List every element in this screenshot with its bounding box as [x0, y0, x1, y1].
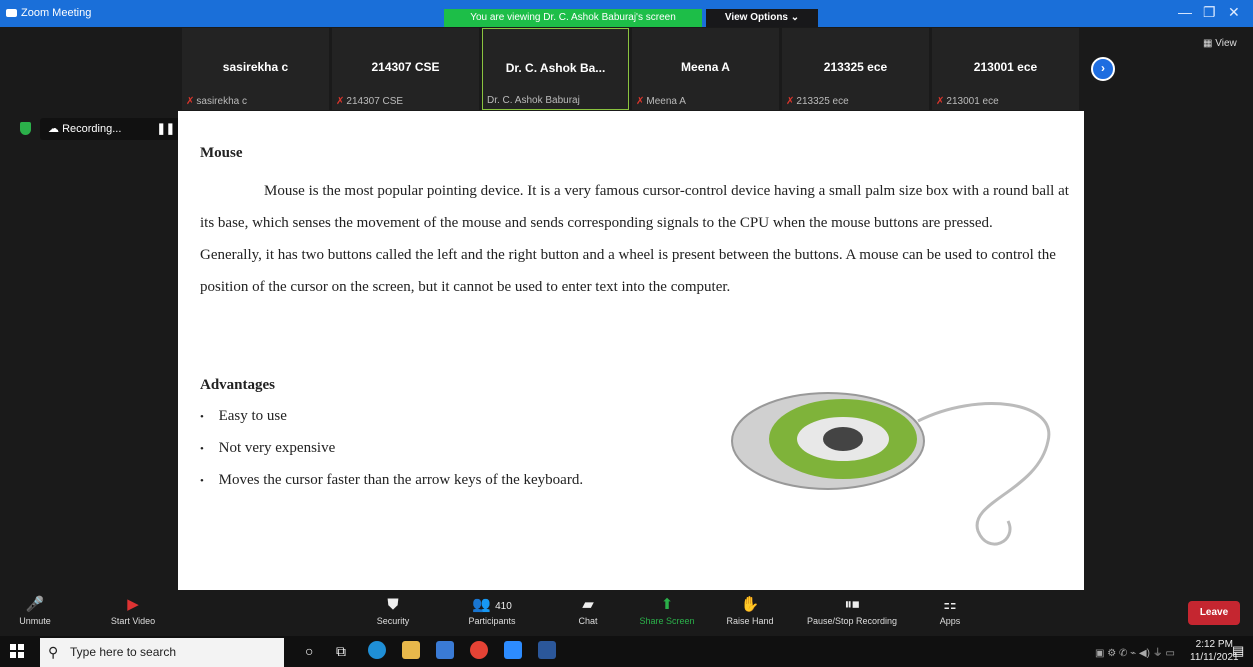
zoom-icon: [6, 9, 17, 17]
participant-name: 214307 CSE: [371, 60, 440, 74]
share-screen-icon: ⬆: [660, 596, 674, 613]
participant-tile[interactable]: 213001 ece ✗ 213001 ece: [932, 28, 1079, 110]
chat-button[interactable]: ▰ Chat: [568, 594, 608, 626]
unmute-label: Unmute: [19, 616, 51, 626]
mic-muted-icon: ✗: [786, 96, 795, 107]
apps-icon: ⚏: [943, 596, 957, 613]
participant-name: Dr. C. Ashok Ba...: [505, 61, 606, 75]
participant-name: sasirekha c: [222, 60, 289, 74]
share-screen-label: Share Screen: [639, 616, 695, 626]
zoom-taskbar-icon[interactable]: [504, 641, 522, 659]
pause-stop-recording-button[interactable]: ⏸⏹ Pause/Stop Recording: [792, 594, 912, 626]
paragraph-1: Mouse is the most popular pointing devic…: [200, 183, 1069, 231]
participant-name: Meena A: [681, 60, 730, 74]
participant-tile[interactable]: 213325 ece ✗ 213325 ece: [782, 28, 929, 110]
raise-hand-button[interactable]: ✋ Raise Hand: [720, 594, 780, 626]
raise-hand-icon: ✋: [740, 596, 760, 613]
computer-mouse-image: [731, 392, 1051, 546]
viewing-banner: You are viewing Dr. C. Ashok Baburaj's s…: [444, 9, 702, 27]
apps-label: Apps: [939, 616, 961, 626]
participants-button[interactable]: 👥 410 Participants: [452, 594, 532, 626]
participant-label: 213325 ece: [796, 96, 849, 107]
heading-advantages: Advantages: [200, 377, 276, 393]
minimize-icon[interactable]: —: [1178, 4, 1192, 20]
task-view-icon[interactable]: ⧉: [336, 643, 346, 660]
participant-strip: sasirekha c ✗ sasirekha c 214307 CSE ✗ 214…: [182, 28, 1082, 110]
shared-screen: Mouse Mouse is the most popular pointing…: [178, 111, 1084, 590]
paragraph-2: Generally, it has two buttons called the…: [200, 247, 1056, 295]
mic-muted-icon: ✗: [936, 96, 945, 107]
advantages-list: Easy to use Not very expensive Moves the…: [200, 401, 583, 497]
participant-label: sasirekha c: [196, 96, 247, 107]
video-off-icon: ▶: [127, 596, 139, 613]
list-item: Moves the cursor faster than the arrow k…: [200, 465, 583, 497]
unmute-button[interactable]: 🎤 Unmute: [10, 594, 60, 626]
mic-muted-icon: ✗: [186, 96, 195, 107]
next-participants-button[interactable]: ›: [1091, 57, 1115, 81]
paragraphs: Mouse is the most popular pointing devic…: [200, 175, 1070, 303]
restore-icon[interactable]: ❐: [1203, 4, 1216, 21]
pause-recording-icon[interactable]: ❚❚: [157, 118, 175, 140]
participant-tile-active-speaker[interactable]: Dr. C. Ashok Ba... Dr. C. Ashok Baburaj: [482, 28, 629, 110]
search-icon: ⚲: [48, 644, 59, 660]
system-tray-icons[interactable]: ▣ ⚙ ✆ ⌁ ◀) ⏚ ▭: [1095, 644, 1175, 659]
windows-taskbar: ⚲ Type here to search ○ ⧉ ▣ ⚙ ✆ ⌁ ◀) ⏚ ▭…: [0, 636, 1253, 667]
store-icon[interactable]: [436, 641, 454, 659]
participant-name: 213325 ece: [823, 60, 888, 74]
recording-label: Recording...: [62, 123, 122, 135]
participants-icon: 👥 410: [472, 596, 512, 613]
chrome-icon[interactable]: [470, 641, 488, 659]
edge-icon[interactable]: [368, 641, 386, 659]
view-button[interactable]: ▦ View: [1203, 38, 1237, 49]
participants-count: 410: [495, 601, 512, 612]
pause-stop-icon: ⏸⏹: [844, 596, 860, 613]
file-explorer-icon[interactable]: [402, 641, 420, 659]
participant-label: Meena A: [646, 96, 686, 107]
list-item: Not very expensive: [200, 433, 583, 465]
meeting-toolbar: 🎤 Unmute ▶ Start Video ⛊ Security 👥 410 …: [0, 590, 1253, 635]
security-button[interactable]: ⛊ Security: [368, 594, 418, 626]
grid-icon: ▦: [1203, 38, 1213, 49]
participant-label: 213001 ece: [946, 96, 999, 107]
participant-tile[interactable]: 214307 CSE ✗ 214307 CSE: [332, 28, 479, 110]
participant-label: 214307 CSE: [346, 96, 404, 107]
raise-hand-label: Raise Hand: [726, 616, 774, 626]
apps-button[interactable]: ⚏ Apps: [930, 594, 970, 626]
participant-label: Dr. C. Ashok Baburaj: [487, 95, 580, 106]
participant-name: 213001 ece: [973, 60, 1038, 74]
search-placeholder: Type here to search: [70, 645, 177, 659]
app-title: Zoom Meeting: [6, 7, 91, 19]
start-video-label: Start Video: [110, 616, 156, 626]
participant-tile[interactable]: sasirekha c ✗ sasirekha c: [182, 28, 329, 110]
security-label: Security: [376, 616, 410, 626]
close-icon[interactable]: ✕: [1228, 4, 1240, 21]
mic-muted-icon: ✗: [336, 96, 345, 107]
cloud-icon: ☁: [48, 123, 59, 135]
start-video-button[interactable]: ▶ Start Video: [98, 594, 168, 626]
heading-mouse: Mouse: [200, 145, 243, 161]
notifications-icon[interactable]: ▤: [1232, 643, 1244, 659]
mic-muted-icon: ✗: [636, 96, 645, 107]
share-screen-button[interactable]: ⬆ Share Screen: [632, 594, 702, 626]
chat-icon: ▰: [582, 596, 594, 613]
shield-icon: ⛊: [387, 596, 399, 613]
view-options-button[interactable]: View Options ⌄: [706, 9, 818, 27]
participants-label: Participants: [468, 616, 516, 626]
taskbar-search-box[interactable]: ⚲ Type here to search: [40, 638, 284, 667]
leave-button[interactable]: Leave: [1188, 601, 1240, 625]
pause-stop-label: Pause/Stop Recording: [806, 616, 898, 626]
cortana-icon[interactable]: ○: [305, 643, 313, 659]
view-button-label: View: [1215, 38, 1237, 49]
security-shield-icon: [20, 122, 31, 135]
window-title: Zoom Meeting: [21, 7, 92, 19]
chat-label: Chat: [578, 616, 598, 626]
word-icon[interactable]: [538, 641, 556, 659]
windows-start-icon[interactable]: [10, 644, 24, 658]
list-item: Easy to use: [200, 401, 583, 433]
participant-tile[interactable]: Meena A ✗ Meena A: [632, 28, 779, 110]
mic-muted-icon: 🎤: [25, 596, 45, 613]
recording-indicator: ☁ Recording... ❚❚: [40, 118, 183, 140]
